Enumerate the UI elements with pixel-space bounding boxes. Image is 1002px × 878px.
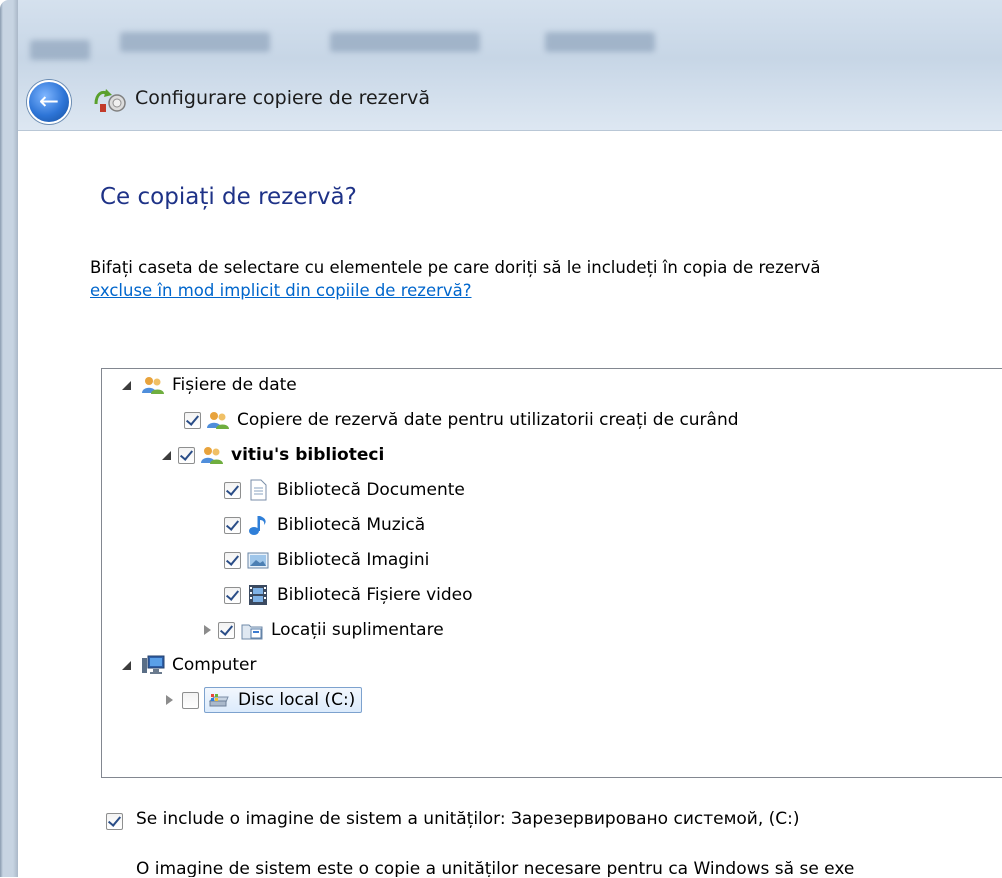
tree-item-label: Fișiere de date	[172, 375, 297, 395]
backup-app-icon	[94, 89, 126, 112]
tree-item-videos-library[interactable]: Bibliotecă Fișiere video	[224, 580, 473, 610]
tree-item-label: vitiu's biblioteci	[231, 445, 385, 465]
arrow-left-icon: ←	[38, 87, 60, 115]
back-button[interactable]: ←	[27, 80, 71, 124]
page-heading: Ce copiați de rezervă?	[100, 184, 357, 210]
expand-open-icon[interactable]	[162, 450, 171, 460]
tree-item-documents-library[interactable]: Bibliotecă Documente	[224, 475, 465, 505]
local-disk-checkbox[interactable]	[182, 691, 199, 709]
tree-item-computer[interactable]: Computer	[122, 650, 257, 680]
window-title: Configurare copiere de rezervă	[135, 87, 431, 109]
backup-window: ← Configurare copiere de rezervă Ce copi…	[0, 0, 1002, 878]
tree-item-additional-locations[interactable]: Locații suplimentare	[204, 615, 444, 645]
additional-locations-checkbox[interactable]	[218, 621, 235, 639]
tree-item-label: Computer	[172, 655, 257, 675]
film-icon	[249, 585, 267, 605]
system-image-label[interactable]: Se include o imagine de sistem a unități…	[136, 809, 800, 829]
tree-item-label: Bibliotecă Fișiere video	[277, 585, 473, 605]
system-image-note: O imagine de sistem este o copie a unită…	[136, 859, 855, 877]
description: Bifați caseta de selectare cu elementele…	[90, 256, 821, 302]
users-icon	[142, 377, 164, 394]
excluded-items-link[interactable]: excluse în mod implicit din copiile de r…	[90, 279, 821, 302]
documents-checkbox[interactable]	[224, 481, 241, 499]
videos-checkbox[interactable]	[224, 586, 241, 604]
tree-item-local-disk[interactable]: Disc local (C:)	[166, 685, 363, 715]
tree-item-label: Bibliotecă Imagini	[277, 550, 430, 570]
tree-item-user-libraries[interactable]: vitiu's biblioteci	[162, 440, 384, 470]
user-libraries-checkbox[interactable]	[178, 446, 195, 464]
window-chrome: ← Configurare copiere de rezervă	[0, 0, 1002, 130]
new-users-checkbox[interactable]	[184, 411, 201, 429]
music-checkbox[interactable]	[224, 516, 241, 534]
background-explorer-blur	[0, 0, 1002, 70]
expand-closed-icon[interactable]	[204, 625, 211, 635]
computer-icon	[142, 655, 165, 674]
tree-item-music-library[interactable]: Bibliotecă Muzică	[224, 510, 425, 540]
tree-item-label: Bibliotecă Muzică	[277, 515, 426, 535]
tree-item-pictures-library[interactable]: Bibliotecă Imagini	[224, 545, 429, 575]
document-icon	[250, 479, 267, 501]
selection-highlight[interactable]: Disc local (C:)	[204, 687, 363, 713]
tree-item-data-files[interactable]: Fișiere de date	[122, 370, 297, 400]
tree-item-label: Disc local (C:)	[238, 690, 356, 710]
pictures-checkbox[interactable]	[224, 551, 241, 569]
drive-icon	[208, 694, 229, 707]
description-text: Bifați caseta de selectare cu elementele…	[90, 258, 821, 277]
users-icon	[207, 412, 229, 429]
tree-item-new-users[interactable]: Copiere de rezervă date pentru utilizato…	[184, 405, 739, 435]
content-area: Ce copiați de rezervă? Bifați caseta de …	[18, 130, 1002, 878]
system-image-checkbox[interactable]	[106, 813, 123, 830]
tree-item-label: Copiere de rezervă date pentru utilizato…	[237, 410, 739, 430]
users-icon	[201, 447, 223, 464]
expand-closed-icon[interactable]	[166, 695, 173, 705]
tree-item-label: Bibliotecă Documente	[277, 480, 465, 500]
window-frame-left	[0, 0, 18, 877]
expand-open-icon[interactable]	[122, 660, 131, 670]
picture-icon	[247, 552, 269, 569]
music-note-icon	[249, 516, 266, 535]
tree-item-label: Locații suplimentare	[271, 620, 444, 640]
folder-locations-icon	[241, 624, 263, 640]
expand-open-icon[interactable]	[122, 380, 131, 390]
backup-items-tree[interactable]: Fișiere de date Copiere de rezervă date …	[101, 368, 1002, 778]
